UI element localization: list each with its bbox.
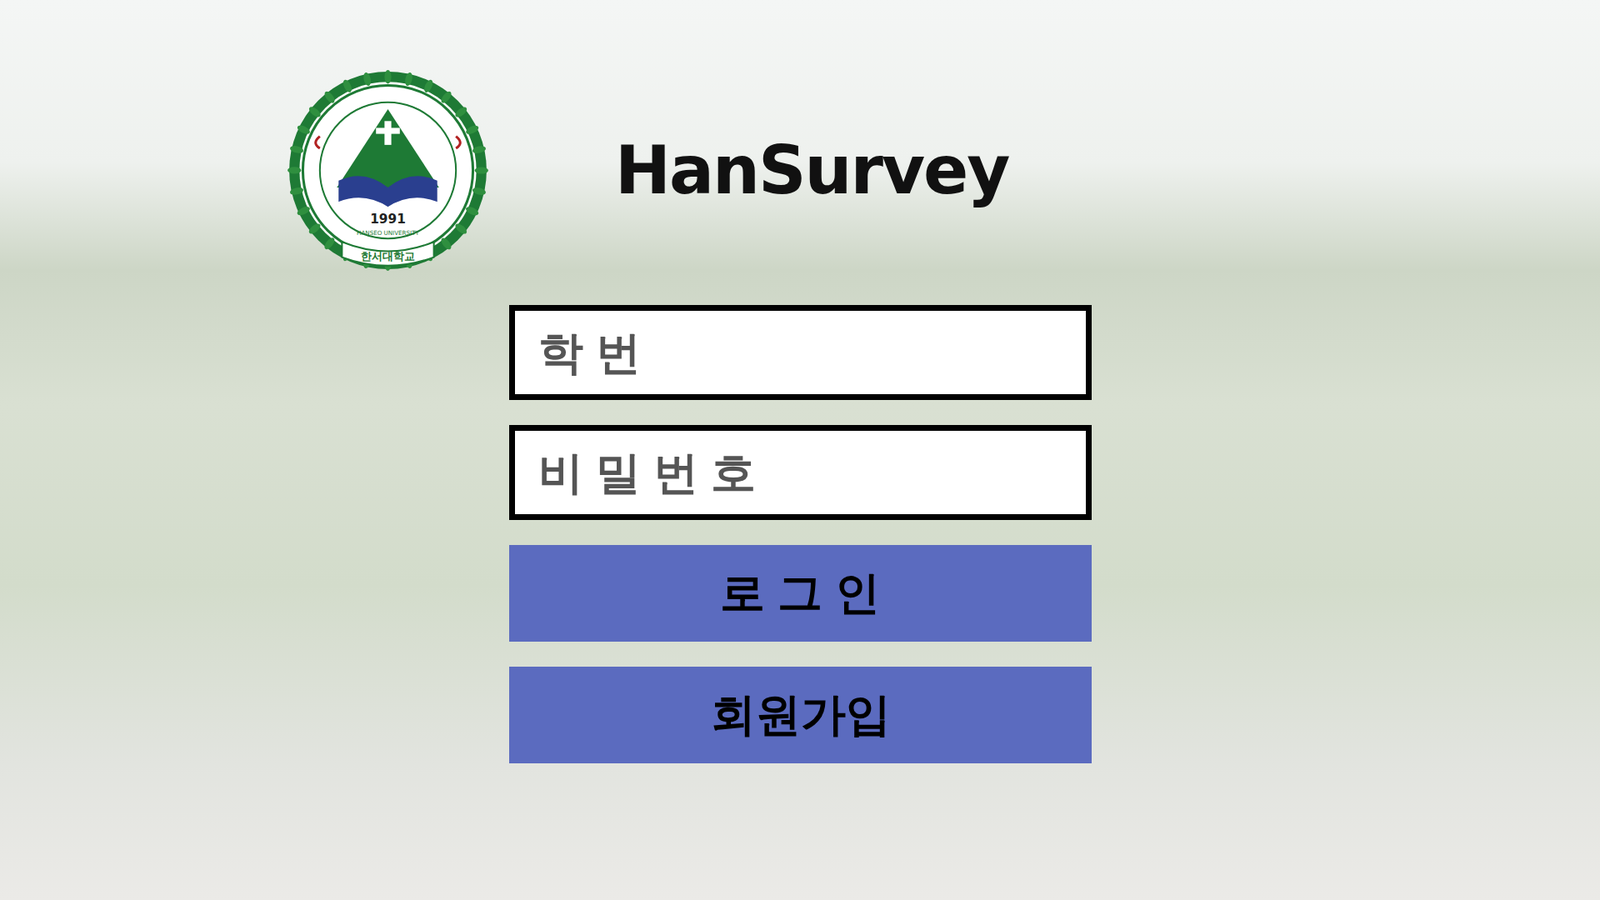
login-field[interactable] bbox=[509, 305, 1092, 400]
login-field[interactable] bbox=[509, 425, 1092, 520]
login-form: 로 그 인회원가입 bbox=[509, 305, 1092, 764]
svg-text:HANSEO UNIVERSITY: HANSEO UNIVERSITY bbox=[356, 229, 420, 237]
form-button[interactable]: 로 그 인 bbox=[509, 545, 1092, 642]
app-title: HanSurvey bbox=[615, 131, 1009, 210]
svg-text:1991: 1991 bbox=[370, 211, 406, 227]
header: 1991 HANSEO UNIVERSITY 한서대학교 HanSurvey bbox=[0, 0, 1600, 278]
form-button[interactable]: 회원가입 bbox=[509, 666, 1092, 764]
university-logo-icon: 1991 HANSEO UNIVERSITY 한서대학교 bbox=[285, 63, 490, 278]
login-page: 1991 HANSEO UNIVERSITY 한서대학교 HanSurvey 로 그 인… bbox=[0, 0, 1600, 900]
svg-text:한서대학교: 한서대학교 bbox=[360, 250, 415, 263]
